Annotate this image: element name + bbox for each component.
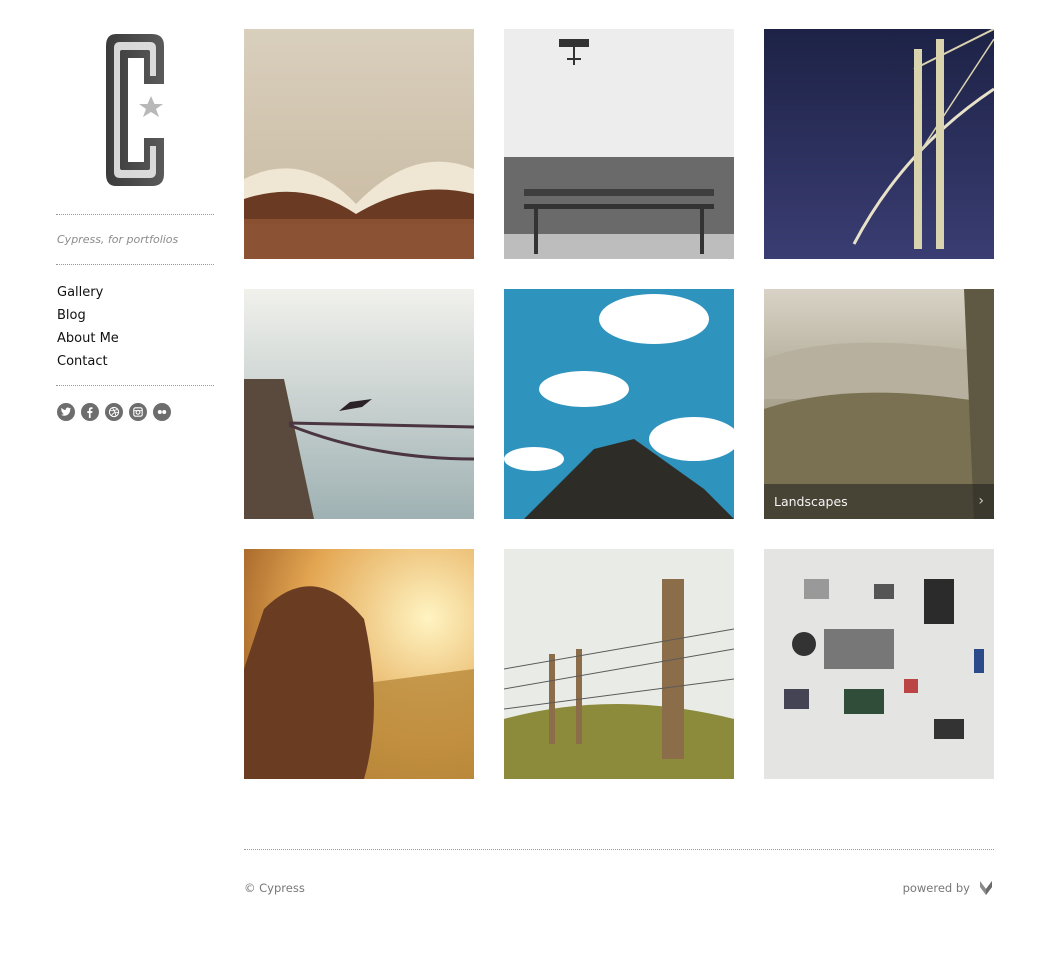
divider xyxy=(56,385,214,386)
nav-item-about-me[interactable]: About Me xyxy=(56,327,214,350)
nav-item-gallery[interactable]: Gallery xyxy=(56,281,214,304)
gallery-item-fence[interactable] xyxy=(504,549,734,779)
photo-cormorant xyxy=(244,289,474,519)
photo-girl-field xyxy=(244,549,474,779)
copyright-text: © Cypress xyxy=(244,881,305,895)
gallery-item-landscapes[interactable]: Landscapes › xyxy=(764,289,994,519)
gallery-item-bridge[interactable] xyxy=(764,29,994,259)
powered-by-label: powered by xyxy=(902,881,970,895)
divider xyxy=(56,264,214,265)
photo-open-book xyxy=(244,29,474,259)
gallery-item-book[interactable] xyxy=(244,29,474,259)
sidebar: Cypress, for portfolios Gallery Blog Abo… xyxy=(56,28,214,421)
dribbble-icon[interactable] xyxy=(105,403,123,421)
gallery-item-camera-parts[interactable] xyxy=(764,549,994,779)
site-tagline: Cypress, for portfolios xyxy=(57,233,179,246)
facebook-icon[interactable] xyxy=(81,403,99,421)
photo-bench xyxy=(504,29,734,259)
powered-by[interactable]: powered by xyxy=(903,879,994,897)
flickr-icon[interactable] xyxy=(153,403,171,421)
nav-item-blog[interactable]: Blog xyxy=(56,304,214,327)
photo-camera-parts xyxy=(764,549,994,779)
social-links xyxy=(56,403,214,421)
gallery-item-bench[interactable] xyxy=(504,29,734,259)
gallery-item-cormorant[interactable] xyxy=(244,289,474,519)
gallery-item-girl[interactable] xyxy=(244,549,474,779)
divider xyxy=(56,214,214,215)
twitter-icon[interactable] xyxy=(57,403,75,421)
caption-label: Landscapes xyxy=(774,494,848,509)
main-nav: Gallery Blog About Me Contact xyxy=(56,281,214,373)
photo-clouds-mountain xyxy=(504,289,734,519)
cypress-logo[interactable] xyxy=(56,28,214,190)
platform-logo-icon xyxy=(980,881,992,895)
instagram-icon[interactable] xyxy=(129,403,147,421)
chevron-right-icon: › xyxy=(978,493,984,509)
gallery-item-clouds[interactable] xyxy=(504,289,734,519)
footer-divider xyxy=(244,849,994,850)
gallery-caption[interactable]: Landscapes › xyxy=(764,484,994,519)
photo-fence-post xyxy=(504,549,734,779)
photo-bridge xyxy=(764,29,994,259)
nav-item-contact[interactable]: Contact xyxy=(56,350,214,373)
